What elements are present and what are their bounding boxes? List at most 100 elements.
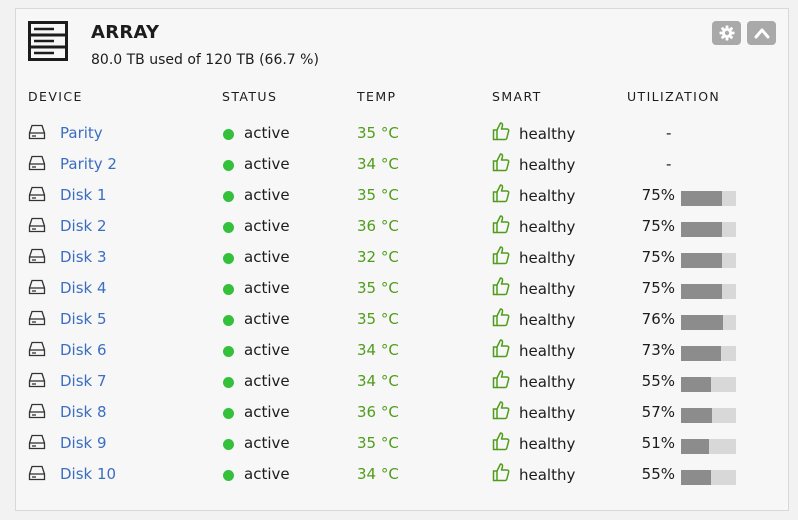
thumbs-up-icon: [492, 153, 510, 172]
utilization-bar: [681, 222, 736, 237]
smart-status: healthy: [519, 156, 576, 174]
status-text: active: [244, 279, 290, 297]
column-header-utilization: UTILIZATION: [627, 89, 721, 104]
table-row: Disk 3 active 32 °C healthy 75%: [16, 246, 788, 279]
thumbs-up-icon: [492, 215, 510, 234]
status-text: active: [244, 217, 290, 235]
status-indicator: [223, 315, 234, 326]
utilization-text: 75%: [641, 186, 675, 204]
status-indicator: [223, 129, 234, 140]
utilization-bar-fill: [681, 191, 723, 206]
panel-title: ARRAY: [91, 22, 160, 43]
utilization-bar: [681, 346, 736, 361]
status-indicator: [223, 160, 234, 171]
device-link[interactable]: Disk 8: [60, 403, 107, 421]
utilization-text: 75%: [641, 217, 675, 235]
utilization-text: 57%: [641, 403, 675, 421]
temperature: 32 °C: [357, 248, 399, 266]
chevron-up-icon: [754, 28, 769, 39]
temperature: 35 °C: [357, 434, 399, 452]
device-link[interactable]: Disk 4: [60, 279, 107, 297]
smart-status: healthy: [519, 125, 576, 143]
smart-status: healthy: [519, 187, 576, 205]
settings-button[interactable]: [712, 21, 741, 45]
temperature: 34 °C: [357, 155, 399, 173]
column-header-device: DEVICE: [28, 89, 83, 104]
device-link[interactable]: Disk 5: [60, 310, 107, 328]
thumbs-up-icon: [492, 184, 510, 203]
utilization-bar-fill: [681, 284, 723, 299]
utilization-text: 55%: [641, 372, 675, 390]
status-text: active: [244, 403, 290, 421]
table-row: Parity active 35 °C healthy -: [16, 122, 788, 155]
status-indicator: [223, 253, 234, 264]
device-link[interactable]: Parity: [60, 124, 103, 142]
status-text: active: [244, 310, 290, 328]
thumbs-up-icon: [492, 246, 510, 265]
hard-drive-icon: [28, 124, 46, 140]
hard-drive-icon: [28, 403, 46, 419]
status-text: active: [244, 465, 290, 483]
utilization-bar-fill: [681, 253, 723, 268]
column-header-status: STATUS: [222, 89, 278, 104]
utilization-bar-fill: [681, 439, 710, 454]
utilization-text: -: [666, 155, 672, 173]
table-row: Disk 6 active 34 °C healthy 73%: [16, 339, 788, 372]
status-indicator: [223, 408, 234, 419]
smart-status: healthy: [519, 435, 576, 453]
hard-drive-icon: [28, 279, 46, 295]
server-array-icon: [28, 21, 68, 61]
utilization-text: 76%: [641, 310, 675, 328]
utilization-bar-fill: [681, 315, 723, 330]
status-text: active: [244, 341, 290, 359]
status-indicator: [223, 470, 234, 481]
gear-icon: [719, 25, 734, 41]
utilization-text: 55%: [641, 465, 675, 483]
smart-status: healthy: [519, 342, 576, 360]
table-row: Disk 7 active 34 °C healthy 55%: [16, 370, 788, 403]
temperature: 35 °C: [357, 279, 399, 297]
device-link[interactable]: Parity 2: [60, 155, 117, 173]
device-link[interactable]: Disk 9: [60, 434, 107, 452]
device-link[interactable]: Disk 7: [60, 372, 107, 390]
thumbs-up-icon: [492, 308, 510, 327]
thumbs-up-icon: [492, 339, 510, 358]
temperature: 34 °C: [357, 372, 399, 390]
utilization-bar: [681, 408, 736, 423]
hard-drive-icon: [28, 186, 46, 202]
status-text: active: [244, 124, 290, 142]
column-header-smart: SMART: [492, 89, 542, 104]
device-link[interactable]: Disk 1: [60, 186, 107, 204]
utilization-bar-fill: [681, 346, 722, 361]
device-link[interactable]: Disk 6: [60, 341, 107, 359]
status-text: active: [244, 186, 290, 204]
temperature: 36 °C: [357, 403, 399, 421]
hard-drive-icon: [28, 372, 46, 388]
table-row: Disk 10 active 34 °C healthy 55%: [16, 463, 788, 496]
smart-status: healthy: [519, 280, 576, 298]
utilization-bar-fill: [681, 408, 713, 423]
status-indicator: [223, 222, 234, 233]
device-link[interactable]: Disk 3: [60, 248, 107, 266]
temperature: 35 °C: [357, 186, 399, 204]
table-row: Disk 9 active 35 °C healthy 51%: [16, 432, 788, 465]
thumbs-up-icon: [492, 277, 510, 296]
smart-status: healthy: [519, 373, 576, 391]
device-link[interactable]: Disk 10: [60, 465, 116, 483]
hard-drive-icon: [28, 155, 46, 171]
hard-drive-icon: [28, 248, 46, 264]
table-row: Disk 2 active 36 °C healthy 75%: [16, 215, 788, 248]
utilization-text: 73%: [641, 341, 675, 359]
hard-drive-icon: [28, 434, 46, 450]
array-panel: ARRAY 80.0 TB used of 120 TB (66.7 %) DE…: [15, 8, 789, 511]
utilization-text: -: [666, 124, 672, 142]
utilization-bar-fill: [681, 470, 712, 485]
utilization-bar: [681, 377, 736, 392]
thumbs-up-icon: [492, 370, 510, 389]
smart-status: healthy: [519, 466, 576, 484]
thumbs-up-icon: [492, 463, 510, 482]
collapse-button[interactable]: [747, 21, 776, 45]
device-link[interactable]: Disk 2: [60, 217, 107, 235]
status-indicator: [223, 439, 234, 450]
temperature: 36 °C: [357, 217, 399, 235]
